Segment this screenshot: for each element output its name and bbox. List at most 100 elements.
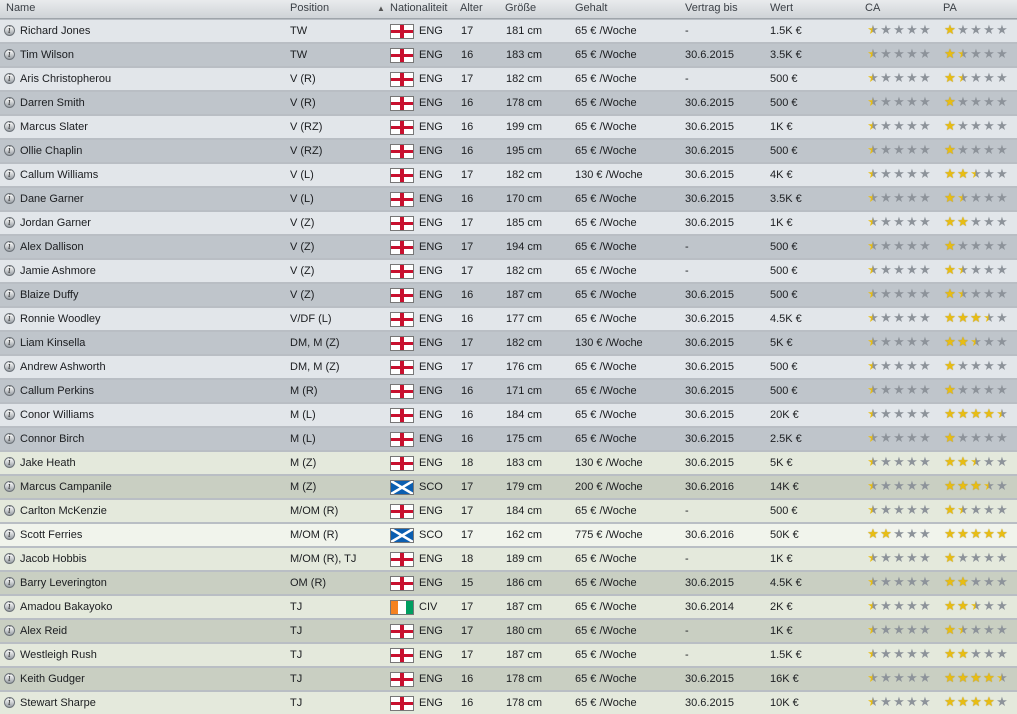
info-icon[interactable]: i xyxy=(4,697,15,708)
info-icon[interactable]: i xyxy=(4,529,15,540)
player-salary: 65 € /Woche xyxy=(575,313,637,325)
table-row[interactable]: i Marcus Campanile M (Z) SCO 17 179 cm 200 € /… xyxy=(0,476,1017,498)
table-row[interactable]: i Liam Kinsella DM, M (Z) ENG 17 182 cm 130 € … xyxy=(0,332,1017,354)
column-header-ca[interactable]: CA xyxy=(865,0,880,18)
star-icon: ★ xyxy=(867,479,879,494)
info-icon[interactable]: i xyxy=(4,217,15,228)
player-name[interactable]: Carlton McKenzie xyxy=(20,500,285,522)
table-row[interactable]: i Callum Perkins M (R) ENG 16 171 cm 65 € /Woc… xyxy=(0,380,1017,402)
info-icon[interactable]: i xyxy=(4,265,15,276)
player-name[interactable]: Andrew Ashworth xyxy=(20,356,285,378)
player-name[interactable]: Stewart Sharpe xyxy=(20,692,285,714)
player-name[interactable]: Jordan Garner xyxy=(20,212,285,234)
table-row[interactable]: i Ronnie Woodley V/DF (L) ENG 16 177 cm 65 € /… xyxy=(0,308,1017,330)
table-row[interactable]: i Aris Christopherou V (R) ENG 17 182 cm 65 € … xyxy=(0,68,1017,90)
player-name[interactable]: Marcus Slater xyxy=(20,116,285,138)
player-name[interactable]: Ollie Chaplin xyxy=(20,140,285,162)
table-row[interactable]: i Marcus Slater V (RZ) ENG 16 199 cm 65 € /Woc… xyxy=(0,116,1017,138)
info-icon[interactable]: i xyxy=(4,241,15,252)
column-header-height[interactable]: Größe xyxy=(505,0,536,18)
table-row[interactable]: i Andrew Ashworth DM, M (Z) ENG 17 176 cm 65 €… xyxy=(0,356,1017,378)
info-icon[interactable]: i xyxy=(4,289,15,300)
table-row[interactable]: i Connor Birch M (L) ENG 16 175 cm 65 € /Woche… xyxy=(0,428,1017,450)
table-row[interactable]: i Darren Smith V (R) ENG 16 178 cm 65 € /Woche… xyxy=(0,92,1017,114)
info-icon[interactable]: i xyxy=(4,73,15,84)
player-name[interactable]: Liam Kinsella xyxy=(20,332,285,354)
table-row[interactable]: i Stewart Sharpe TJ ENG 16 178 cm 65 € /Woche 3… xyxy=(0,692,1017,714)
player-name[interactable]: Keith Gudger xyxy=(20,668,285,690)
info-icon[interactable]: i xyxy=(4,601,15,612)
player-name[interactable]: Aris Christopherou xyxy=(20,68,285,90)
table-row[interactable]: i Dane Garner V (L) ENG 16 170 cm 65 € /Woche 3… xyxy=(0,188,1017,210)
info-icon[interactable]: i xyxy=(4,577,15,588)
info-icon[interactable]: i xyxy=(4,409,15,420)
column-header-name[interactable]: Name xyxy=(6,0,35,18)
player-name[interactable]: Barry Leverington xyxy=(20,572,285,594)
player-name[interactable]: Ronnie Woodley xyxy=(20,308,285,330)
info-icon[interactable]: i xyxy=(4,193,15,204)
player-name[interactable]: Westleigh Rush xyxy=(20,644,285,666)
table-row[interactable]: i Barry Leverington OM (R) ENG 15 186 cm 65 € … xyxy=(0,572,1017,594)
info-icon[interactable]: i xyxy=(4,361,15,372)
player-name[interactable]: Amadou Bakayoko xyxy=(20,596,285,618)
info-icon[interactable]: i xyxy=(4,433,15,444)
table-row[interactable]: i Scott Ferries M/OM (R) SCO 17 162 cm 775 € /… xyxy=(0,524,1017,546)
table-row[interactable]: i Conor Williams M (L) ENG 16 184 cm 65 € /Woc… xyxy=(0,404,1017,426)
table-row[interactable]: i Jake Heath M (Z) ENG 18 183 cm 130 € /Woche 3… xyxy=(0,452,1017,474)
info-icon[interactable]: i xyxy=(4,97,15,108)
info-icon[interactable]: i xyxy=(4,649,15,660)
column-header-position[interactable]: Position xyxy=(290,0,329,18)
info-icon[interactable]: i xyxy=(4,313,15,324)
info-icon[interactable]: i xyxy=(4,673,15,684)
info-icon[interactable]: i xyxy=(4,145,15,156)
player-name[interactable]: Jacob Hobbis xyxy=(20,548,285,570)
player-name[interactable]: Scott Ferries xyxy=(20,524,285,546)
table-row[interactable]: i Jamie Ashmore V (Z) ENG 17 182 cm 65 € /Woch… xyxy=(0,260,1017,282)
star-icon: ★ xyxy=(996,383,1008,398)
info-icon[interactable]: i xyxy=(4,121,15,132)
player-name[interactable]: Blaize Duffy xyxy=(20,284,285,306)
table-row[interactable]: i Tim Wilson TW ENG 16 183 cm 65 € /Woche 30.6.… xyxy=(0,44,1017,66)
player-name[interactable]: Darren Smith xyxy=(20,92,285,114)
player-name[interactable]: Callum Williams xyxy=(20,164,285,186)
info-icon[interactable]: i xyxy=(4,625,15,636)
info-icon[interactable]: i xyxy=(4,457,15,468)
column-header-contract[interactable]: Vertrag bis xyxy=(685,0,738,18)
table-row[interactable]: i Jacob Hobbis M/OM (R), TJ ENG 18 189 cm 65 €… xyxy=(0,548,1017,570)
info-icon[interactable]: i xyxy=(4,481,15,492)
column-header-age[interactable]: Alter xyxy=(460,0,483,18)
table-row[interactable]: i Ollie Chaplin V (RZ) ENG 16 195 cm 65 € /Woc… xyxy=(0,140,1017,162)
info-icon[interactable]: i xyxy=(4,49,15,60)
info-icon[interactable]: i xyxy=(4,553,15,564)
player-name[interactable]: Alex Dallison xyxy=(20,236,285,258)
table-row[interactable]: i Westleigh Rush TJ ENG 17 187 cm 65 € /Woche -… xyxy=(0,644,1017,666)
table-row[interactable]: i Carlton McKenzie M/OM (R) ENG 17 184 cm 65 €… xyxy=(0,500,1017,522)
column-header-pa[interactable]: PA xyxy=(943,0,957,18)
player-name[interactable]: Dane Garner xyxy=(20,188,285,210)
table-row[interactable]: i Jordan Garner V (Z) ENG 17 185 cm 65 € /Woch… xyxy=(0,212,1017,234)
player-name[interactable]: Richard Jones xyxy=(20,20,285,42)
info-icon[interactable]: i xyxy=(4,385,15,396)
player-name[interactable]: Connor Birch xyxy=(20,428,285,450)
player-name[interactable]: Jake Heath xyxy=(20,452,285,474)
table-row[interactable]: i Richard Jones TW ENG 17 181 cm 65 € /Woche - 1… xyxy=(0,20,1017,42)
player-name[interactable]: Conor Williams xyxy=(20,404,285,426)
table-row[interactable]: i Alex Dallison V (Z) ENG 17 194 cm 65 € /Woch… xyxy=(0,236,1017,258)
player-name[interactable]: Jamie Ashmore xyxy=(20,260,285,282)
info-icon[interactable]: i xyxy=(4,169,15,180)
column-header-salary[interactable]: Gehalt xyxy=(575,0,607,18)
table-row[interactable]: i Keith Gudger TJ ENG 16 178 cm 65 € /Woche 30.… xyxy=(0,668,1017,690)
table-row[interactable]: i Amadou Bakayoko TJ CIV 17 187 cm 65 € /Woche… xyxy=(0,596,1017,618)
table-row[interactable]: i Blaize Duffy V (Z) ENG 16 187 cm 65 € /Woche… xyxy=(0,284,1017,306)
player-name[interactable]: Marcus Campanile xyxy=(20,476,285,498)
info-icon[interactable]: i xyxy=(4,25,15,36)
player-name[interactable]: Callum Perkins xyxy=(20,380,285,402)
column-header-value[interactable]: Wert xyxy=(770,0,793,18)
table-row[interactable]: i Callum Williams V (L) ENG 17 182 cm 130 € /W… xyxy=(0,164,1017,186)
info-icon[interactable]: i xyxy=(4,505,15,516)
player-name[interactable]: Tim Wilson xyxy=(20,44,285,66)
table-row[interactable]: i Alex Reid TJ ENG 17 180 cm 65 € /Woche - 1K € ★… xyxy=(0,620,1017,642)
player-name[interactable]: Alex Reid xyxy=(20,620,285,642)
column-header-nationality[interactable]: Nationaliteit xyxy=(390,0,447,18)
info-icon[interactable]: i xyxy=(4,337,15,348)
